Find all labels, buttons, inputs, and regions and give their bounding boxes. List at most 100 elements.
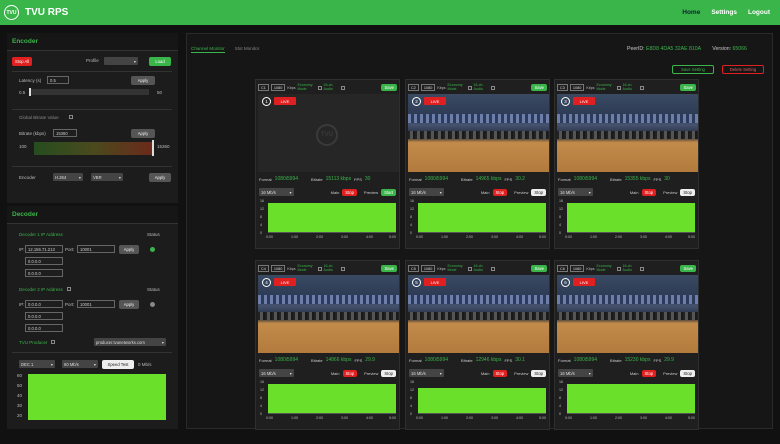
economy-mode-checkbox[interactable] bbox=[317, 85, 322, 90]
main-stop-button[interactable]: Stop bbox=[342, 188, 357, 196]
global-bitrate-label: Global Bitrate Value bbox=[19, 115, 59, 120]
bitrate-input[interactable]: 15360 bbox=[53, 129, 77, 137]
producer-select[interactable]: producer.tvunetworks.com ▾ bbox=[94, 338, 166, 346]
peer-info: PeerID: E8D8 4DA5 32AE 810A Version: 650… bbox=[627, 46, 747, 52]
resolution-value[interactable]: 1080 bbox=[270, 84, 286, 91]
channel-save-button[interactable]: Save bbox=[531, 84, 547, 91]
codec-select[interactable]: H.264 ▾ bbox=[53, 173, 83, 181]
audio-checkbox[interactable] bbox=[490, 266, 495, 271]
bitrate-slider-thumb[interactable] bbox=[152, 140, 154, 156]
channel-card: C6 1080 Kbps Economy Mode 16-ch. Audio S… bbox=[554, 260, 699, 430]
y-tick: 50 bbox=[17, 383, 23, 388]
delete-setting-button[interactable]: Delete Setting bbox=[722, 65, 764, 74]
x-tick: 4:00 bbox=[516, 416, 523, 420]
resolution-value[interactable]: 1080 bbox=[420, 84, 436, 91]
video-preview[interactable]: TVU 4 LIVE bbox=[258, 275, 399, 353]
dec-select[interactable]: DEC 1 ▾ bbox=[19, 360, 55, 368]
latency-apply-button[interactable]: Apply bbox=[131, 76, 155, 85]
decoder2-port-input[interactable]: 10001 bbox=[77, 300, 115, 308]
economy-mode-label: Economy Mode bbox=[596, 263, 612, 272]
decoder2-ip-input[interactable]: 0.0.0.0 bbox=[25, 300, 63, 308]
speed-select[interactable]: 16 Mb/s ▾ bbox=[558, 188, 593, 196]
tab-channel-monitor[interactable]: Channel Monitor bbox=[191, 46, 225, 53]
latency-slider-thumb[interactable] bbox=[29, 88, 31, 96]
audio-checkbox[interactable] bbox=[639, 266, 644, 271]
speed-test-button[interactable]: Speed Test bbox=[102, 360, 134, 369]
load-button[interactable]: Load bbox=[149, 57, 171, 66]
encoder-apply-button[interactable]: Apply bbox=[149, 173, 171, 182]
bitrate-graph-area bbox=[268, 384, 396, 413]
producer-checkbox[interactable] bbox=[51, 340, 55, 344]
speed-select[interactable]: 16 Mb/s ▾ bbox=[259, 369, 294, 377]
save-setting-button[interactable]: Save Setting bbox=[672, 65, 714, 74]
decoder2-status-icon bbox=[150, 302, 155, 307]
decoder1-port-input[interactable]: 10001 bbox=[77, 245, 115, 253]
decoder1-ip-input[interactable]: 12.156.71.213 bbox=[25, 245, 63, 253]
resolution-value[interactable]: 1080 bbox=[569, 265, 585, 272]
latency-input[interactable]: 0.5 bbox=[47, 76, 69, 84]
main-stop-button[interactable]: Stop bbox=[641, 188, 657, 196]
main-stop-button[interactable]: Stop bbox=[492, 188, 508, 196]
stop-all-button[interactable]: Stop All bbox=[12, 57, 33, 66]
decoder2-ip-extra2[interactable]: 0.0.0.0 bbox=[25, 324, 63, 332]
video-preview[interactable]: TVU 2 LIVE bbox=[408, 94, 549, 172]
preview-toggle-button[interactable]: Stop bbox=[680, 188, 695, 196]
channel-save-button[interactable]: Save bbox=[680, 84, 696, 91]
preview-toggle-button[interactable]: Stop bbox=[381, 369, 396, 377]
format-value: 1080i5994 bbox=[274, 176, 299, 182]
audio-checkbox[interactable] bbox=[639, 85, 644, 90]
main-stop-button[interactable]: Stop bbox=[492, 369, 508, 377]
decoder2-apply-button[interactable]: Apply bbox=[119, 300, 139, 309]
main-stop-button[interactable]: Stop bbox=[342, 369, 358, 377]
economy-mode-checkbox[interactable] bbox=[616, 266, 621, 271]
preview-toggle-button[interactable]: Stop bbox=[531, 369, 546, 377]
channel-save-button[interactable]: Save bbox=[381, 84, 397, 91]
economy-mode-checkbox[interactable] bbox=[317, 266, 322, 271]
channel-save-button[interactable]: Save bbox=[680, 265, 696, 272]
latency-slider[interactable] bbox=[29, 88, 149, 96]
profile-select[interactable]: ▾ bbox=[104, 57, 138, 65]
economy-mode-checkbox[interactable] bbox=[467, 85, 472, 90]
nav-home[interactable]: Home bbox=[682, 9, 700, 16]
video-preview[interactable]: TVU 5 LIVE bbox=[408, 275, 549, 353]
tab-slot-monitor[interactable]: Slot Monitor bbox=[235, 46, 260, 53]
decoder2-ip-extra1[interactable]: 0.0.0.0 bbox=[25, 312, 63, 320]
main-stop-button[interactable]: Stop bbox=[641, 369, 657, 377]
audio-checkbox[interactable] bbox=[340, 85, 345, 90]
nav-settings[interactable]: Settings bbox=[711, 9, 737, 16]
speed-select[interactable]: 16 Mb/s ▾ bbox=[558, 369, 593, 377]
rate-select[interactable]: 60 Mb/s ▾ bbox=[62, 360, 98, 368]
video-preview[interactable]: TVU 6 LIVE bbox=[557, 275, 698, 353]
speed-select[interactable]: 16 Mb/s ▾ bbox=[409, 188, 444, 196]
chevron-down-icon: ▾ bbox=[78, 174, 81, 180]
economy-mode-checkbox[interactable] bbox=[467, 266, 472, 271]
preview-toggle-button[interactable]: Stop bbox=[531, 188, 546, 196]
x-tick: 3:00 bbox=[491, 416, 498, 420]
decoder1-apply-button[interactable]: Apply bbox=[119, 245, 139, 254]
resolution-value[interactable]: 1080 bbox=[270, 265, 286, 272]
video-preview[interactable]: TVU 1 LIVE bbox=[258, 94, 399, 172]
channel-save-button[interactable]: Save bbox=[531, 265, 547, 272]
preview-toggle-button[interactable]: Stop bbox=[680, 369, 695, 377]
speed-select[interactable]: 16 Mb/s ▾ bbox=[409, 369, 444, 377]
global-bitrate-checkbox[interactable] bbox=[69, 115, 73, 119]
speed-select[interactable]: 16 Mb/s ▾ bbox=[259, 188, 294, 196]
resolution-value[interactable]: 1080 bbox=[420, 265, 436, 272]
channel-save-button[interactable]: Save bbox=[381, 265, 397, 272]
audio-checkbox[interactable] bbox=[490, 85, 495, 90]
format-value: 1080i5994 bbox=[274, 357, 299, 363]
bitrate-apply-button[interactable]: Apply bbox=[131, 129, 155, 138]
bitrate-slider[interactable] bbox=[34, 142, 152, 155]
rate-mode-select[interactable]: VBR ▾ bbox=[91, 173, 123, 181]
decoder2-checkbox[interactable] bbox=[67, 287, 71, 291]
decoder1-ip-extra1[interactable]: 0.0.0.0 bbox=[25, 257, 63, 265]
economy-mode-checkbox[interactable] bbox=[616, 85, 621, 90]
audio-checkbox[interactable] bbox=[340, 266, 345, 271]
decoder1-ip-extra2[interactable]: 0.0.0.0 bbox=[25, 269, 63, 277]
speed-select-value: 16 Mb/s bbox=[411, 370, 426, 376]
preview-toggle-button[interactable]: Start bbox=[381, 188, 396, 196]
resolution-value[interactable]: 1080 bbox=[569, 84, 585, 91]
channel-number-badge: 6 bbox=[561, 278, 570, 287]
nav-logout[interactable]: Logout bbox=[748, 9, 770, 16]
video-preview[interactable]: TVU 3 LIVE bbox=[557, 94, 698, 172]
